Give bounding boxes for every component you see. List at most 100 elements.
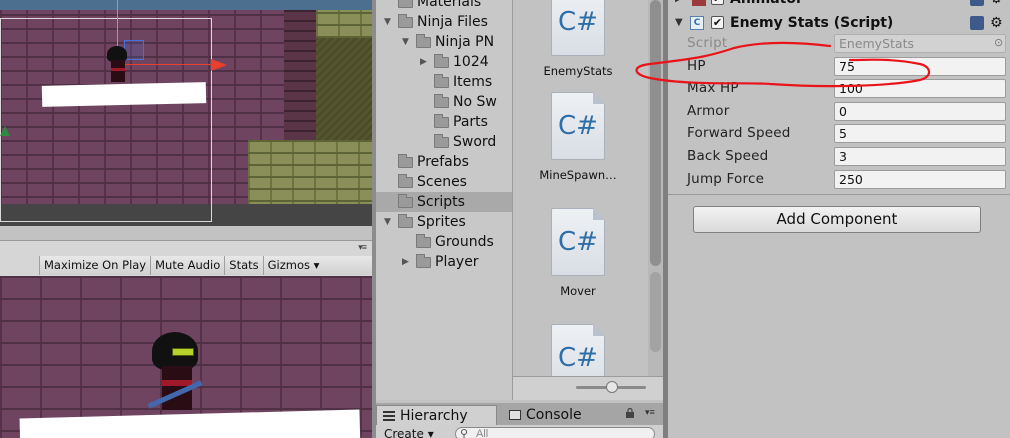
scene-ninja-sprite[interactable] (104, 46, 130, 82)
x-axis-handle[interactable] (121, 64, 213, 65)
fold-arrow-icon[interactable]: ▼ (675, 12, 683, 34)
mute-audio-button[interactable]: Mute Audio (150, 256, 225, 275)
cs-glyph: C# (558, 7, 598, 37)
scene-view[interactable] (0, 0, 372, 226)
folder-icon (434, 114, 449, 128)
field-label: Jump Force (687, 170, 765, 187)
number-field[interactable]: 0 (834, 101, 1006, 121)
cs-script-file-icon: C# (551, 208, 605, 276)
help-book-icon[interactable] (970, 0, 984, 6)
asset-name: Mover (560, 284, 596, 298)
collapsed-arrow-icon[interactable]: ▶ (402, 252, 409, 272)
tree-folder-row[interactable]: ▼ Ninja PN (376, 32, 512, 52)
folder-icon (434, 94, 449, 108)
lock-icon[interactable] (625, 408, 635, 418)
tree-folder-row[interactable]: Materials (376, 0, 512, 12)
tree-folder-label: Ninja Files (417, 14, 488, 30)
tree-folder-row[interactable]: ▶ Player (376, 252, 512, 272)
number-field[interactable]: 5 (834, 124, 1006, 144)
expanded-arrow-icon[interactable]: ▼ (402, 32, 409, 52)
panel-menu-icon[interactable]: ▾≡ (358, 242, 367, 253)
number-field[interactable]: 250 (834, 169, 1006, 189)
tree-folder-label: 1024 (453, 54, 489, 70)
tree-folder-row[interactable]: ▶ 1024 (376, 52, 512, 72)
hierarchy-search-input[interactable]: ⚲ All (455, 427, 655, 438)
folder-icon (398, 0, 413, 8)
search-placeholder: All (476, 428, 489, 438)
expanded-arrow-icon[interactable]: ▼ (384, 212, 391, 232)
number-field[interactable]: 3 (834, 147, 1006, 166)
hierarchy-icon (383, 411, 395, 421)
game-toolbar-buttons: Maximize On Play Mute Audio Stats Gizmos… (0, 256, 372, 275)
tree-folder-row[interactable]: Parts (376, 112, 512, 132)
tree-folder-row[interactable]: Sword (376, 132, 512, 152)
component-title: Enemy Stats (Script) (730, 15, 894, 31)
folder-icon (398, 194, 413, 208)
bottom-tab-strip: Hierarchy Console (376, 403, 663, 425)
tree-folder-row[interactable]: Prefabs (376, 152, 512, 172)
tree-folder-row[interactable]: Items (376, 72, 512, 92)
tree-folder-label: Scripts (417, 194, 465, 210)
animator-icon (692, 0, 706, 6)
stats-button[interactable]: Stats (224, 256, 263, 275)
folder-icon (398, 14, 413, 28)
fold-arrow-icon[interactable]: ▶ (675, 0, 683, 10)
create-dropdown[interactable]: Create ▾ (384, 427, 434, 438)
icon-size-slider-knob[interactable] (606, 381, 618, 393)
field-label: Back Speed (687, 148, 769, 164)
inspector-separator (668, 194, 1010, 195)
tree-folder-label: No Sw (453, 94, 497, 110)
animator-component-header[interactable]: ▶ ✔ Animator ⚙ (668, 0, 1010, 10)
tree-folder-label: Grounds (435, 234, 494, 250)
animator-enabled-checkbox[interactable]: ✔ (711, 0, 724, 5)
enemy-stats-component-header[interactable]: ▼ C ✔ Enemy Stats (Script) ⚙ (668, 12, 1010, 34)
scene-white-platform[interactable] (41, 82, 207, 107)
expanded-arrow-icon[interactable]: ▼ (384, 12, 391, 32)
tree-folder-label: Player (435, 254, 479, 270)
tree-folder-label: Prefabs (417, 154, 469, 170)
script-icon: C (690, 16, 704, 30)
game-view-toolbar: ▾≡ Maximize On Play Mute Audio Stats Giz… (0, 240, 372, 276)
script-asset[interactable]: C# MineSpawn… (523, 92, 633, 182)
tab-hierarchy-label: Hierarchy (400, 408, 468, 424)
help-book-icon[interactable] (970, 16, 984, 30)
tab-console-label: Console (526, 407, 582, 423)
gizmos-dropdown[interactable]: Gizmos ▾ (262, 256, 372, 275)
tree-folder-label: Ninja PN (435, 34, 495, 50)
inspector-field-row: Forward Speed 5 (668, 122, 1010, 144)
tree-folder-row[interactable]: Scripts (376, 192, 512, 212)
ninja-body (111, 60, 125, 82)
tree-folder-row[interactable]: ▼ Sprites (376, 212, 512, 232)
tree-folder-row[interactable]: Grounds (376, 232, 512, 252)
ninja-belt (111, 68, 125, 71)
gear-icon[interactable]: ⚙ (990, 12, 1003, 34)
cs-glyph: C# (558, 111, 598, 141)
inspector-field-row: Armor 0 (668, 100, 1010, 122)
tab-console[interactable]: Console (503, 405, 613, 425)
animator-title: Animator (730, 0, 803, 10)
tab-menu-icon[interactable]: ▾≡ (645, 407, 655, 418)
object-picker-icon[interactable]: ⊙ (994, 36, 1003, 49)
x-axis-arrow-icon[interactable] (211, 59, 227, 71)
game-view[interactable] (0, 276, 372, 438)
script-asset[interactable]: C# Mover (523, 208, 633, 298)
maximize-on-play-button[interactable]: Maximize On Play (39, 256, 151, 275)
tab-hierarchy[interactable]: Hierarchy (376, 405, 497, 425)
script-asset[interactable]: C# (523, 324, 633, 376)
cs-glyph: C# (558, 227, 598, 257)
folder-icon (398, 174, 413, 188)
collapsed-arrow-icon[interactable]: ▶ (420, 52, 427, 72)
tree-folder-row[interactable]: ▼ Ninja Files (376, 12, 512, 32)
field-label: Armor (687, 102, 730, 119)
script-asset[interactable]: C# EnemyStats (523, 0, 633, 78)
folder-icon (398, 154, 413, 168)
add-component-button[interactable]: Add Component (693, 206, 981, 233)
red-annotation-circle (635, 41, 931, 88)
tree-folder-row[interactable]: Scenes (376, 172, 512, 192)
gear-icon[interactable]: ⚙ (990, 0, 1003, 10)
tree-folder-row[interactable]: No Sw (376, 92, 512, 112)
component-enabled-checkbox[interactable]: ✔ (711, 16, 724, 29)
assets-scrollbar-lower (650, 272, 661, 352)
tree-folder-label: Items (453, 74, 493, 90)
asset-name: MineSpawn… (539, 168, 617, 182)
